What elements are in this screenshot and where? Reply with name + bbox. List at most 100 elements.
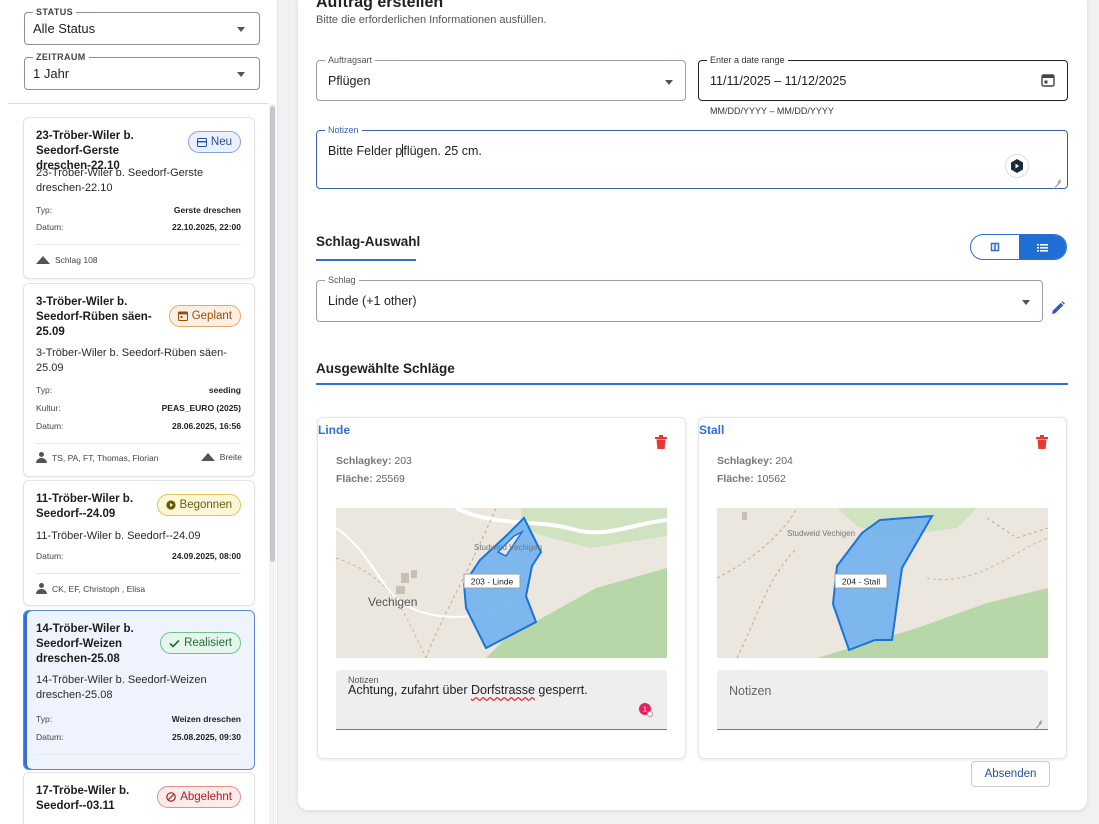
order-card-subtitle: 14-Tröber-Wiler b. Seedorf-Weizen dresch…: [36, 674, 207, 701]
order-card[interactable]: 17-Tröbe-Wiler b. Seedorf--03.11 Abgeleh…: [23, 772, 255, 824]
map-place-label: Vechigen: [368, 595, 417, 609]
order-type-select[interactable]: Auftragsart Pflügen: [316, 54, 686, 101]
period-filter-value: 1 Jahr: [33, 66, 70, 81]
order-card[interactable]: 11-Tröber-Wiler b. Seedorf--24.09 Begonn…: [23, 480, 255, 606]
order-card-row: Kultur: PEAS_EURO (2025): [36, 402, 241, 416]
row-value: PEAS_EURO (2025): [161, 403, 241, 413]
status-badge-label: Begonnen: [179, 499, 232, 511]
order-card-selected[interactable]: 14-Tröber-Wiler b. Seedorf-Weizen dresch…: [23, 610, 255, 770]
field-select[interactable]: Schlag Linde (+1 other): [316, 274, 1043, 322]
resize-handle[interactable]: [1053, 174, 1061, 182]
field-select-label: Schlag: [325, 274, 359, 286]
date-range-field[interactable]: Enter a date range 11/11/2025 – 11/12/20…: [698, 54, 1068, 101]
status-badge: Neu: [187, 131, 241, 153]
grammar-badge-count: 1: [643, 707, 647, 714]
order-card-row: Typ: seeding: [36, 384, 241, 398]
status-filter-label: STATUS: [33, 6, 77, 18]
map-view-button[interactable]: [971, 235, 1019, 259]
field-area: Fläche: 25569: [336, 473, 405, 485]
card-divider: [36, 443, 241, 444]
field-notes-input[interactable]: Notizen: [717, 670, 1048, 730]
mountain-icon: [200, 453, 215, 461]
order-form-panel: Auftrag erstellen Bitte die erforderlich…: [298, 0, 1087, 810]
chevron-down-icon: [237, 72, 245, 77]
status-badge: Realisiert: [160, 632, 241, 654]
chevron-down-icon: [1022, 300, 1030, 305]
notes-textarea[interactable]: Notizen Bitte Felder pflügen. 25 cm.: [316, 124, 1068, 189]
edit-icon[interactable]: [1050, 300, 1066, 316]
order-type-value: Pflügen: [328, 74, 371, 88]
status-badge-label: Realisiert: [184, 637, 232, 649]
assignees: TS, PA, FT, Thomas, Florian: [52, 452, 159, 463]
date-range-value: 11/11/2025 – 11/12/2025: [710, 74, 846, 88]
play-icon: [165, 500, 176, 510]
order-card[interactable]: 3-Tröber-Wiler b. Seedorf-Rüben säen-25.…: [23, 283, 255, 477]
inbox-icon: [196, 137, 207, 147]
list-icon: [1036, 243, 1048, 252]
map-field-label: 203 - Linde: [471, 577, 514, 587]
assistant-icon[interactable]: [1005, 154, 1029, 178]
submit-button[interactable]: Absenden: [971, 761, 1050, 787]
field-key: Schlagkey: 204: [717, 455, 793, 467]
field-selection-title: Schlag-Auswahl: [316, 234, 421, 249]
assignees: CK, EF, Christoph , Elisa: [52, 583, 146, 594]
field-ref: Schlag 108: [55, 255, 98, 265]
row-value: 24.09.2025, 08:00: [171, 551, 241, 561]
card-divider: [36, 573, 241, 574]
calendar-icon[interactable]: [1041, 73, 1055, 87]
status-badge: Abgelehnt: [157, 786, 241, 808]
field-notes-value: Achtung, zufahrt über Dorfstrasse gesper…: [348, 683, 588, 697]
field-map[interactable]: 203 - Linde Vechigen Studweid Vechigen: [336, 508, 667, 658]
page-subtitle: Bitte die erforderlichen Informationen a…: [316, 14, 547, 26]
status-filter[interactable]: STATUS Alle Status: [24, 6, 260, 45]
check-icon: [169, 639, 180, 648]
grammar-checker-icon[interactable]: 1: [639, 703, 653, 717]
order-card[interactable]: 23-Tröber-Wiler b. Seedorf-Gerste dresch…: [23, 117, 255, 279]
date-start[interactable]: 11/11/2025: [710, 74, 771, 88]
delete-icon[interactable]: [1036, 435, 1048, 449]
field-map[interactable]: 204 - Stall Studweid Vechigen: [717, 508, 1048, 658]
map-field-label: 204 - Stall: [842, 577, 880, 587]
notes-text-after-cursor: flügen. 25 cm.: [403, 144, 482, 158]
misspelled-word: Dorfstrasse: [471, 683, 535, 697]
row-key: Datum:: [36, 421, 64, 431]
page-title: Auftrag erstellen: [316, 0, 444, 11]
field-key-value: 203: [394, 455, 412, 467]
field-key: Schlagkey: 203: [336, 455, 412, 467]
resize-handle[interactable]: [1034, 715, 1042, 723]
date-end[interactable]: 11/12/2025: [785, 74, 847, 88]
notes-text-part: gesperrt.: [534, 683, 588, 697]
selected-fields-title: Ausgewählte Schläge: [316, 361, 455, 376]
sidebar-scroll-thumb[interactable]: [270, 106, 275, 562]
order-card-title: 3-Tröber-Wiler b. Seedorf-Rüben säen-25.…: [36, 296, 152, 338]
map-place-label-2: Studweid Vechigen: [787, 529, 855, 538]
period-filter[interactable]: ZEITRAUM 1 Jahr: [24, 51, 260, 90]
delete-icon[interactable]: [655, 435, 667, 449]
sidebar: STATUS Alle Status ZEITRAUM 1 Jahr 23-Tr…: [0, 0, 278, 824]
field-card-title: Linde: [318, 423, 350, 437]
card-divider: [36, 754, 241, 755]
order-card-row: Typ: Gerste dreschen: [36, 204, 241, 218]
map-canvas: 203 - Linde Vechigen Studweid Vechigen: [336, 508, 667, 658]
date-separator: –: [774, 74, 782, 88]
row-value: Gerste dreschen: [173, 205, 241, 215]
field-select-value: Linde (+1 other): [328, 294, 417, 308]
list-view-button[interactable]: [1018, 235, 1066, 259]
field-key-label: Schlagkey:: [336, 455, 392, 467]
field-notes-input[interactable]: Notizen Achtung, zufahrt über Dorfstrass…: [336, 670, 667, 730]
sidebar-divider: [8, 103, 269, 104]
row-key: Typ:: [36, 385, 53, 395]
row-key: Typ:: [36, 205, 53, 215]
order-card-title: 17-Tröbe-Wiler b. Seedorf--03.11: [36, 785, 130, 812]
block-icon: [166, 792, 177, 802]
chevron-down-icon: [665, 80, 673, 85]
status-filter-value: Alle Status: [33, 21, 96, 36]
order-card-footer: TS, PA, FT, Thomas, Florian Breite: [36, 452, 242, 466]
order-card-row: Typ: Weizen dreschen: [36, 713, 241, 727]
field-notes-placeholder: Notizen: [729, 684, 772, 698]
view-toggle[interactable]: [970, 234, 1067, 260]
order-card-subtitle: 3-Tröber-Wiler b. Seedorf-Rüben säen-25.…: [36, 347, 227, 374]
row-value: 25.08.2025, 09:30: [171, 732, 241, 742]
field-area-value: 25569: [375, 473, 405, 485]
map-icon: [990, 242, 999, 252]
